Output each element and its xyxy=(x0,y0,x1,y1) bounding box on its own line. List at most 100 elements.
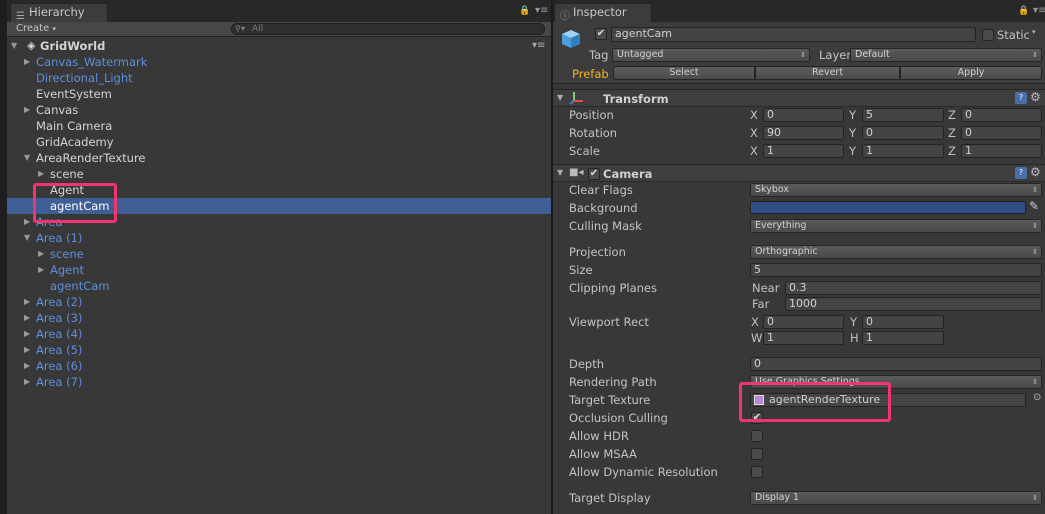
axis-y-label[interactable]: Y xyxy=(849,143,856,159)
allow-hdr-checkbox[interactable] xyxy=(751,430,763,442)
hierarchy-item[interactable]: ▶ Area (3) xyxy=(7,310,551,326)
static-dropdown-icon[interactable]: ▾ xyxy=(1032,28,1036,36)
expand-right-arrow-icon[interactable]: ▶ xyxy=(24,54,30,70)
hierarchy-search-input[interactable]: ⚲▾ All xyxy=(231,23,545,35)
hierarchy-item[interactable]: GridAcademy xyxy=(7,134,551,150)
expand-right-arrow-icon[interactable]: ▶ xyxy=(38,246,44,262)
axis-x-label[interactable]: X xyxy=(750,143,758,159)
expand-right-arrow-icon[interactable]: ▶ xyxy=(24,102,30,118)
hierarchy-item[interactable]: ▼ AreaRenderTexture xyxy=(7,150,551,166)
hierarchy-item[interactable]: Directional_Light xyxy=(7,70,551,86)
tag-dropdown[interactable]: Untagged ⇕ xyxy=(612,48,810,62)
allow-msaa-checkbox[interactable] xyxy=(751,448,763,460)
hierarchy-item[interactable]: ▼ Area (1) xyxy=(7,230,551,246)
viewport-w-field[interactable]: 1 xyxy=(763,331,844,345)
axis-y-label[interactable]: Y xyxy=(849,107,856,123)
axis-z-label[interactable]: Z xyxy=(948,125,956,141)
tab-hierarchy[interactable]: ☰ Hierarchy xyxy=(10,3,108,22)
tab-inspector[interactable]: ⓘ Inspector xyxy=(554,3,652,22)
expand-right-arrow-icon[interactable]: ▶ xyxy=(24,374,30,390)
axis-z-label[interactable]: Z xyxy=(948,143,956,159)
expand-right-arrow-icon[interactable]: ▶ xyxy=(38,166,44,182)
hierarchy-item[interactable]: ▶ Agent xyxy=(7,262,551,278)
layer-dropdown[interactable]: Default ⇕ xyxy=(850,48,1042,62)
transform-position-y-field[interactable]: 5 xyxy=(862,108,944,122)
static-checkbox[interactable] xyxy=(982,29,994,41)
collapse-arrow-icon[interactable]: ▼ xyxy=(11,38,17,54)
expand-right-arrow-icon[interactable]: ▶ xyxy=(24,342,30,358)
hierarchy-item[interactable]: EventSystem xyxy=(7,86,551,102)
viewport-h-field[interactable]: 1 xyxy=(862,331,944,345)
transform-rotation-y-field[interactable]: 0 xyxy=(862,126,944,140)
background-color-swatch[interactable] xyxy=(750,201,1026,214)
expand-right-arrow-icon[interactable]: ▶ xyxy=(24,214,30,230)
axis-z-label[interactable]: Z xyxy=(948,107,956,123)
hierarchy-item[interactable]: ▶ Area (2) xyxy=(7,294,551,310)
expand-down-arrow-icon[interactable]: ▼ xyxy=(24,230,30,246)
collapse-arrow-icon[interactable]: ▼ xyxy=(557,93,563,102)
collapse-arrow-icon[interactable]: ▼ xyxy=(557,168,563,177)
expand-down-arrow-icon[interactable]: ▼ xyxy=(24,150,30,166)
hierarchy-item-label: Area (3) xyxy=(36,311,83,325)
transform-scale-y-field[interactable]: 1 xyxy=(862,144,944,158)
camera-enabled-checkbox[interactable]: ✔ xyxy=(588,168,600,180)
panel-menu-icon[interactable]: ▾≡ xyxy=(535,5,548,16)
depth-field[interactable]: 0 xyxy=(750,357,1042,371)
expand-right-arrow-icon[interactable]: ▶ xyxy=(24,358,30,374)
axis-x-label[interactable]: X xyxy=(750,107,758,123)
axis-x-label[interactable]: X xyxy=(750,125,758,141)
transform-scale-z-field[interactable]: 1 xyxy=(961,144,1042,158)
far-field[interactable]: 1000 xyxy=(785,297,1042,311)
object-name-field[interactable]: agentCam xyxy=(611,27,976,42)
culling-mask-dropdown[interactable]: Everything ⇕ xyxy=(750,219,1042,233)
axis-y-label[interactable]: Y xyxy=(849,125,856,141)
expand-right-arrow-icon[interactable]: ▶ xyxy=(38,262,44,278)
help-book-icon[interactable]: ? xyxy=(1015,92,1027,104)
hierarchy-item[interactable]: ▶ Area (5) xyxy=(7,342,551,358)
expand-right-arrow-icon[interactable]: ▶ xyxy=(24,326,30,342)
prefab-revert-button[interactable]: Revert xyxy=(755,66,900,80)
hierarchy-item[interactable]: ▶ scene xyxy=(7,246,551,262)
prefab-select-button[interactable]: Select xyxy=(613,66,755,80)
camera-header[interactable]: ▼ ■◂ ✔ Camera ? ⚙ xyxy=(553,164,1045,182)
gear-icon[interactable]: ⚙ xyxy=(1030,90,1041,104)
hierarchy-item[interactable]: ▶ Canvas_Watermark xyxy=(7,54,551,70)
hierarchy-item[interactable]: ▶ Canvas xyxy=(7,102,551,118)
clear-flags-dropdown[interactable]: Skybox ⇕ xyxy=(750,183,1042,197)
size-field[interactable]: 5 xyxy=(750,263,1042,277)
panel-menu-icon[interactable]: ▾≡ xyxy=(1033,5,1045,16)
expand-right-arrow-icon[interactable]: ▶ xyxy=(24,294,30,310)
lock-icon[interactable]: 🔒 xyxy=(519,6,530,16)
create-button[interactable]: Create ▾ xyxy=(16,22,56,36)
transform-position-x-field[interactable]: 0 xyxy=(763,108,844,122)
target-display-dropdown[interactable]: Display 1 ⇕ xyxy=(750,491,1042,505)
object-picker-icon[interactable]: ⊙ xyxy=(1033,392,1041,403)
hierarchy-item-label: Area (1) xyxy=(36,231,83,245)
projection-dropdown[interactable]: Orthographic ⇕ xyxy=(750,245,1042,259)
allow-dynamic-resolution-checkbox[interactable] xyxy=(751,466,763,478)
lock-icon[interactable]: 🔒 xyxy=(1018,6,1029,16)
hierarchy-item[interactable]: ▶ Area (7) xyxy=(7,374,551,390)
transform-rotation-z-field[interactable]: 0 xyxy=(961,126,1042,140)
prefab-apply-button[interactable]: Apply xyxy=(900,66,1042,80)
viewport-y-field[interactable]: 0 xyxy=(862,315,944,329)
transform-rotation-x-field[interactable]: 90 xyxy=(763,126,844,140)
eyedropper-icon[interactable]: ✎ xyxy=(1029,199,1039,213)
scene-row[interactable]: ▼ ◈ GridWorld ▾≡ xyxy=(7,38,551,54)
active-checkbox[interactable]: ✔ xyxy=(595,28,607,40)
viewport-x-field[interactable]: 0 xyxy=(763,315,844,329)
transform-position-z-field[interactable]: 0 xyxy=(961,108,1042,122)
transform-header[interactable]: ▼ Transform ? ⚙ xyxy=(553,89,1045,107)
scene-menu-icon[interactable]: ▾≡ xyxy=(532,38,545,54)
hierarchy-item[interactable]: Main Camera xyxy=(7,118,551,134)
expand-right-arrow-icon[interactable]: ▶ xyxy=(24,310,30,326)
hierarchy-item[interactable]: ▶ Area (4) xyxy=(7,326,551,342)
hierarchy-item[interactable]: agentCam xyxy=(7,278,551,294)
transform-scale-x-field[interactable]: 1 xyxy=(763,144,844,158)
hierarchy-item-label: AreaRenderTexture xyxy=(36,151,146,165)
help-book-icon[interactable]: ? xyxy=(1015,167,1027,179)
gear-icon[interactable]: ⚙ xyxy=(1030,165,1041,179)
near-field[interactable]: 0.3 xyxy=(785,281,1042,295)
hierarchy-item[interactable]: ▶ scene xyxy=(7,166,551,182)
hierarchy-item[interactable]: ▶ Area (6) xyxy=(7,358,551,374)
